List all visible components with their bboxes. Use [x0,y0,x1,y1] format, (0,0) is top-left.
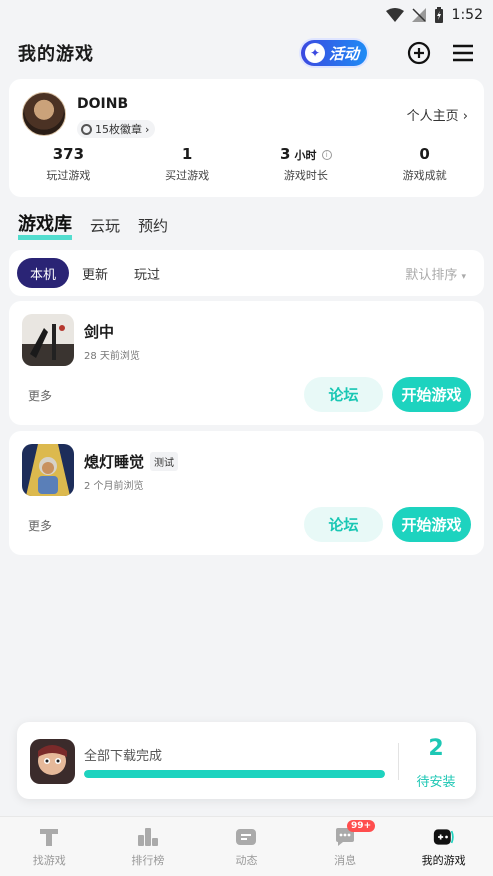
info-icon[interactable]: i [321,149,332,160]
medal-text: 15枚徽章 [95,123,142,136]
filter-local[interactable]: 本机 [17,258,70,288]
download-progress-fill [84,770,385,778]
stat-played[interactable]: 373 玩过游戏 [9,145,128,183]
caret-down-icon: ▾ [461,271,466,282]
nav-label: 动态 [235,853,258,867]
forum-button[interactable]: 论坛 [304,377,383,412]
stats-row: 373 玩过游戏 1 买过游戏 3 小时 i 游戏时长 0 游戏成就 [9,145,484,183]
divider [398,743,399,780]
nav-my-games[interactable]: 我的游戏 [394,817,493,876]
wifi-icon [385,8,404,22]
discover-icon [38,826,60,848]
nav-leaderboard[interactable]: 排行榜 [99,817,198,876]
menu-icon[interactable] [451,41,475,65]
tab-cloud[interactable]: 云玩 [90,215,120,242]
filter-update[interactable]: 更新 [69,258,121,288]
stat-bought[interactable]: 1 买过游戏 [128,145,247,183]
game-icon [22,314,74,366]
start-game-button[interactable]: 开始游戏 [392,507,471,542]
battery-icon [434,7,443,23]
bottom-nav: 找游戏 排行榜 动态 99+ 消息 我的游戏 [0,816,493,876]
download-progress [84,770,385,778]
gamepad-icon [433,826,455,848]
download-panel[interactable]: 全部下载完成 2 待安装 [17,722,476,799]
nav-feed[interactable]: 动态 [197,817,296,876]
nav-label: 找游戏 [32,853,66,867]
clock: 1:52 [451,7,483,23]
page-title: 我的游戏 [18,44,94,65]
game-name: 熄灯睡觉 [84,453,145,471]
homepage-link[interactable]: 个人主页 › [407,105,468,124]
homepage-label: 个人主页 [406,109,459,124]
test-tag: 测试 [150,452,179,471]
filter-played[interactable]: 玩过 [121,258,173,288]
stat-value: 3 [280,145,291,163]
game-name: 剑中 [84,323,115,341]
chevron-right-icon: › [145,122,150,136]
game-card[interactable]: 熄灯睡觉 测试 2 个月前浏览 更多 论坛 开始游戏 [9,431,484,555]
stat-label: 游戏时长 [283,169,328,182]
game-title: 剑中 [84,321,114,342]
leaderboard-icon [137,826,159,848]
stat-value: 1 [181,145,193,163]
avatar[interactable] [22,92,66,136]
stat-value: 0 [419,145,430,163]
download-status: 全部下载完成 [84,749,163,764]
medal-badge[interactable]: 15枚徽章 › [77,120,156,138]
sort-dropdown[interactable]: 默认排序 ▾ [405,264,476,283]
pending-install-label: 待安装 [416,775,456,790]
stat-achievements[interactable]: 0 游戏成就 [365,145,484,183]
header: 我的游戏 ✦ 活动 [0,30,493,76]
nav-discover[interactable]: 找游戏 [0,817,99,876]
nav-label: 排行榜 [131,853,165,867]
nav-label: 消息 [334,853,357,867]
unread-badge: 99+ [347,820,376,832]
profile-card: DOINB 15枚徽章 › 个人主页 › 373 玩过游戏 1 买过游戏 3 小时… [9,79,484,197]
last-viewed: 28 天前浏览 [84,351,140,362]
stat-label: 游戏成就 [402,169,447,182]
more-link[interactable]: 更多 [28,387,52,404]
game-card[interactable]: 剑中 28 天前浏览 更多 论坛 开始游戏 [9,301,484,425]
nav-label: 我的游戏 [421,853,466,867]
nav-messages[interactable]: 99+ 消息 [296,817,395,876]
more-link[interactable]: 更多 [28,517,52,534]
stat-label: 买过游戏 [165,169,210,182]
pending-install-count: 2 [428,736,444,761]
username: DOINB [77,96,129,112]
stat-label: 玩过游戏 [46,169,91,182]
stat-value: 373 [52,145,85,163]
no-signal-icon [411,8,426,22]
medal-icon [81,123,92,135]
sort-label: 默认排序 [405,267,458,283]
start-game-button[interactable]: 开始游戏 [392,377,471,412]
stat-unit: 小时 [294,149,317,162]
forum-button[interactable]: 论坛 [304,507,383,542]
library-tabs: 游戏库 云玩 预约 [18,210,168,242]
game-icon [22,444,74,496]
feed-icon [235,826,257,848]
download-game-icon [30,739,75,784]
game-title: 熄灯睡觉 测试 [84,451,179,472]
activity-button[interactable]: ✦ 活动 [300,40,367,66]
status-bar: 1:52 [0,0,493,30]
tab-library[interactable]: 游戏库 [18,210,72,242]
stat-playtime[interactable]: 3 小时 i 游戏时长 [247,145,366,183]
add-icon[interactable] [407,41,431,65]
chevron-right-icon: › [462,109,468,124]
last-viewed: 2 个月前浏览 [84,481,144,492]
activity-label: 活动 [328,44,359,63]
filter-bar: 本机 更新 玩过 默认排序 ▾ [9,250,484,296]
activity-icon: ✦ [304,43,325,63]
tab-reserve[interactable]: 预约 [138,215,168,242]
